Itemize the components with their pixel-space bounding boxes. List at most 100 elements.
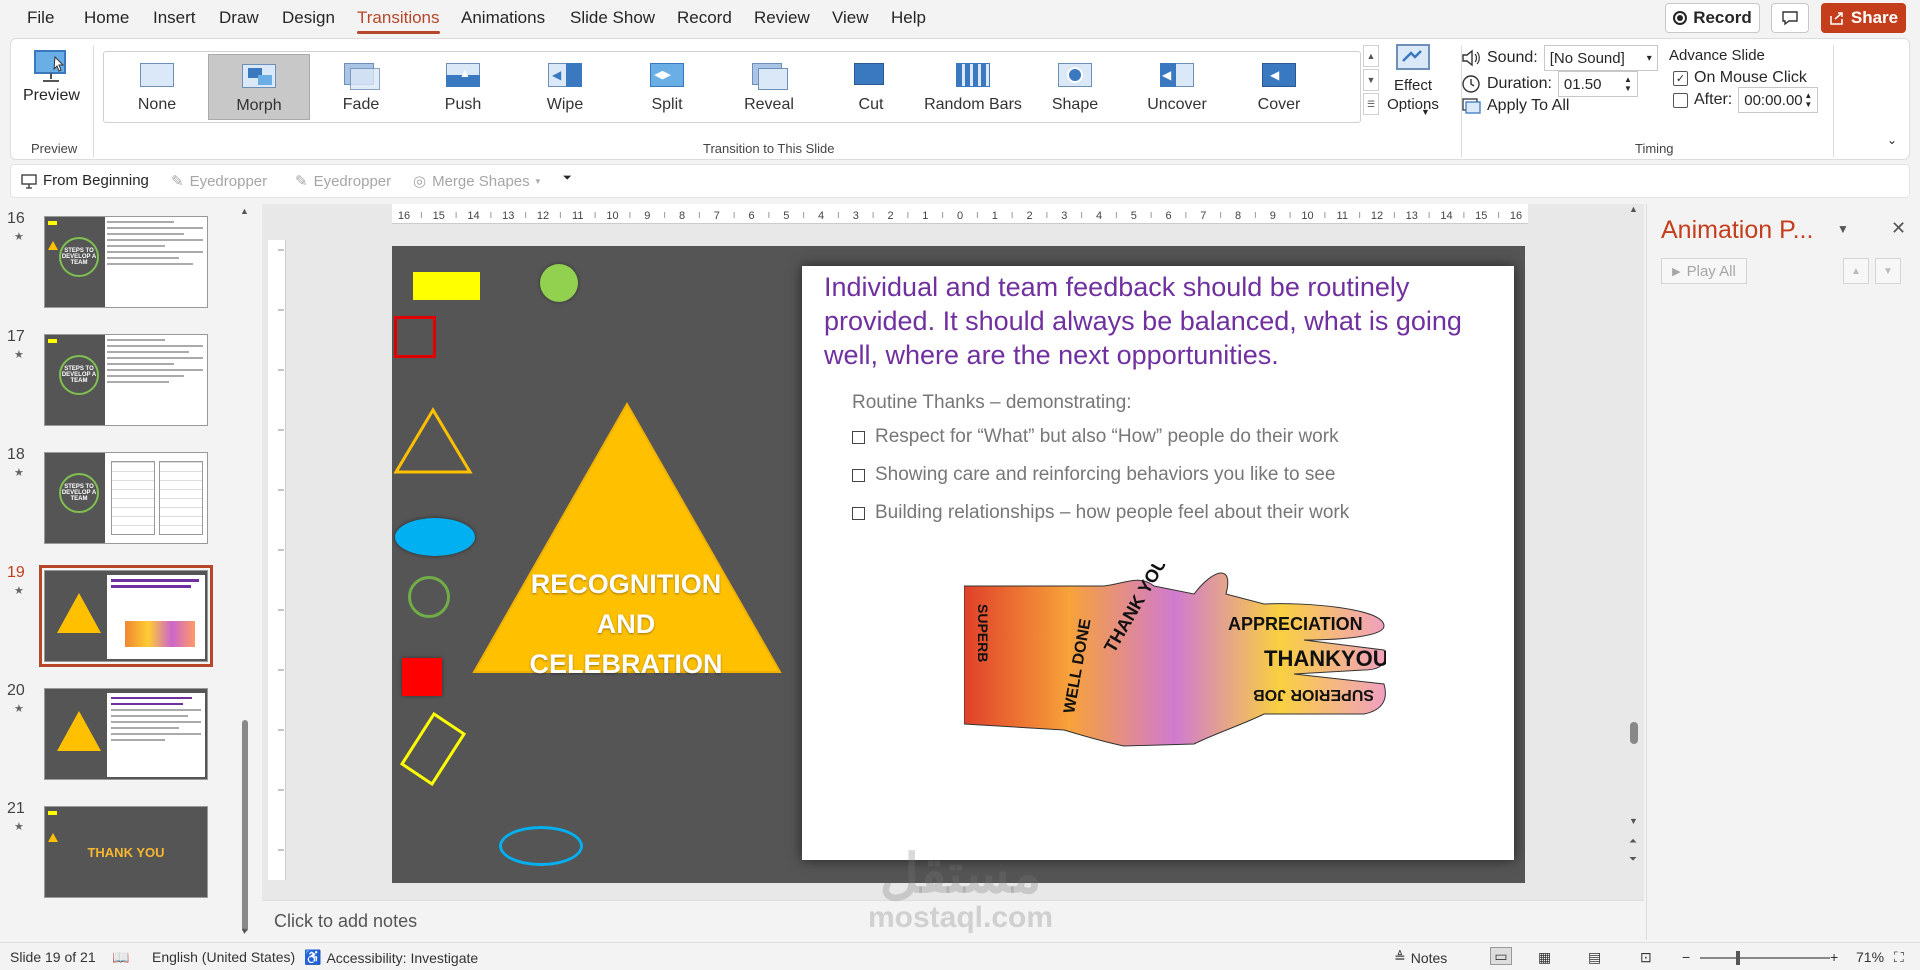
customize-toolbar-icon[interactable]: ⏷ — [563, 172, 572, 185]
notes-placeholder[interactable]: Click to add notes — [274, 911, 417, 932]
transition-wipe[interactable]: ◀ Wipe — [514, 54, 616, 120]
transition-split[interactable]: ◀▶ Split — [616, 54, 718, 120]
zoom-out-icon[interactable]: − — [1682, 949, 1690, 965]
spelling-book-icon[interactable]: 📖 — [112, 949, 129, 966]
sound-dropdown[interactable]: [No Sound] ▾ — [1543, 45, 1658, 71]
slide-thumbnail-17[interactable]: STEPS TO DEVELOP A TEAM — [44, 334, 208, 426]
menu-design[interactable]: Design — [282, 8, 335, 28]
menu-home[interactable]: Home — [84, 8, 129, 28]
content-text-box[interactable]: Individual and team feedback should be r… — [802, 266, 1514, 860]
eyedropper-button-2[interactable]: ✎ Eyedropper — [295, 172, 391, 191]
slide-thumbnail-19[interactable] — [39, 565, 213, 667]
blue-ellipse-outline-shape[interactable] — [499, 826, 583, 866]
bullet-item[interactable]: Respect for “What” but also “How” people… — [852, 426, 1339, 448]
yellow-parallelogram-shape[interactable] — [396, 710, 470, 790]
slideshow-view-icon[interactable]: ⊡ — [1640, 949, 1652, 966]
menu-help[interactable]: Help — [891, 8, 926, 28]
pane-options-icon[interactable]: ▼ — [1837, 222, 1849, 236]
language[interactable]: English (United States) — [152, 949, 295, 965]
red-square-outline-shape[interactable] — [394, 316, 436, 358]
yellow-rectangle-shape[interactable] — [413, 272, 480, 300]
normal-view-icon[interactable]: ▭ — [1490, 947, 1512, 965]
bullet-item[interactable]: Building relationships – how people feel… — [852, 502, 1349, 524]
close-icon[interactable]: ✕ — [1891, 218, 1906, 239]
duration-input[interactable]: 01.50 ▲ ▼ — [1557, 71, 1638, 97]
accessibility-button[interactable]: ♿ Accessibility: Investigate — [304, 949, 478, 966]
from-beginning-label: From Beginning — [43, 172, 149, 189]
slide-thumbnail-16[interactable]: STEPS TO DEVELOP A TEAM — [44, 216, 208, 308]
collapse-ribbon-icon[interactable]: ⌄ — [1887, 133, 1897, 147]
menu-record[interactable]: Record — [677, 8, 732, 28]
shape-transition-icon — [1056, 60, 1094, 90]
red-square-shape[interactable] — [402, 658, 442, 696]
transition-uncover[interactable]: ◀ Uncover — [1126, 54, 1228, 120]
apply-to-all-button[interactable]: Apply To All — [1461, 91, 1569, 121]
orange-triangle-outline-shape[interactable] — [392, 406, 474, 476]
fit-to-window-icon[interactable]: ⛶ — [1894, 949, 1904, 966]
slide-subheading[interactable]: Routine Thanks – demonstrating: — [852, 392, 1132, 414]
transition-cut[interactable]: Cut — [820, 54, 922, 120]
transition-random-bars[interactable]: Random Bars — [922, 54, 1024, 120]
none-transition-icon — [138, 60, 176, 90]
transition-shape[interactable]: Shape — [1024, 54, 1126, 120]
zoom-slider[interactable] — [1700, 957, 1830, 959]
blue-ellipse-shape[interactable] — [395, 518, 475, 556]
share-button[interactable]: Share — [1821, 3, 1906, 33]
notes-toggle[interactable]: ≜ Notes — [1394, 949, 1447, 966]
menu-file[interactable]: File — [27, 8, 54, 28]
slide-thumbnail-20[interactable] — [44, 688, 208, 780]
menu-view[interactable]: View — [832, 8, 869, 28]
thumb-steps-label: STEPS TO DEVELOP A TEAM — [59, 355, 99, 395]
ruler-label: 3 — [1061, 210, 1067, 222]
move-down-button[interactable]: ▼ — [1875, 258, 1901, 284]
menu-animations[interactable]: Animations — [461, 8, 545, 28]
slide-thumbnail-21[interactable]: THANK YOU — [44, 806, 208, 898]
transition-cover[interactable]: ◀ Cover — [1228, 54, 1330, 120]
current-slide[interactable]: RECOGNITION AND CELEBRATION Individual a… — [392, 246, 1525, 883]
transition-morph[interactable]: Morph — [208, 54, 310, 120]
menu-draw[interactable]: Draw — [219, 8, 259, 28]
play-all-button[interactable]: ▶ Play All — [1661, 258, 1747, 284]
thumbnail-scrollbar[interactable]: ▲ ▼ — [238, 204, 250, 940]
menu-review[interactable]: Review — [754, 8, 810, 28]
comments-button[interactable] — [1771, 3, 1809, 33]
previous-slide-icon[interactable]: ⏶ — [1629, 836, 1637, 847]
transition-push[interactable]: ▲ Push — [412, 54, 514, 120]
zoom-slider-thumb[interactable] — [1736, 951, 1740, 965]
green-circle-outline-shape[interactable] — [408, 576, 450, 618]
move-up-button[interactable]: ▲ — [1843, 258, 1869, 284]
scroll-down-icon[interactable]: ▼ — [240, 926, 249, 936]
transition-reveal[interactable]: Reveal — [718, 54, 820, 120]
transition-none[interactable]: None — [106, 54, 208, 120]
merge-shapes-button[interactable]: ◎ Merge Shapes ▾ — [413, 172, 540, 191]
transition-fade[interactable]: Fade — [310, 54, 412, 120]
record-button[interactable]: Record — [1665, 3, 1760, 33]
zoom-level[interactable]: 71% — [1856, 949, 1884, 965]
menu-slide-show[interactable]: Slide Show — [570, 8, 655, 28]
editor-scrollbar[interactable]: ▲ ▼ ⏶ ⏷ — [1626, 204, 1642, 894]
on-mouse-click-checkbox[interactable]: ✓ — [1673, 70, 1688, 86]
eyedropper-button-1[interactable]: ✎ Eyedropper — [171, 172, 267, 191]
after-time-input[interactable]: 00:00.00 ▲ ▼ — [1738, 87, 1819, 113]
from-beginning-button[interactable]: From Beginning — [21, 172, 149, 189]
thank-you-hand-image[interactable]: SUPERB THANK YOU WELL DONE APPRECIATION … — [964, 564, 1386, 754]
scroll-thumb[interactable] — [242, 720, 248, 932]
random-bars-transition-icon — [954, 60, 992, 90]
next-slide-icon[interactable]: ⏷ — [1629, 854, 1637, 865]
menu-insert[interactable]: Insert — [153, 8, 196, 28]
slide-headline[interactable]: Individual and team feedback should be r… — [824, 270, 1464, 372]
reading-view-icon[interactable]: ▤ — [1588, 949, 1601, 966]
green-circle-shape[interactable] — [540, 264, 578, 302]
menu-transitions[interactable]: Transitions — [357, 8, 440, 34]
preview-button[interactable]: Preview — [23, 49, 80, 105]
bullet-item[interactable]: Showing care and reinforcing behaviors y… — [852, 464, 1336, 486]
slide-thumbnail-18[interactable]: STEPS TO DEVELOP A TEAM — [44, 452, 208, 544]
after-checkbox[interactable] — [1673, 92, 1688, 108]
scroll-up-icon[interactable]: ▲ — [240, 206, 249, 216]
effect-options-button[interactable]: Effect Options — [1373, 43, 1453, 114]
scroll-up-icon[interactable]: ▲ — [1629, 204, 1638, 214]
scroll-down-icon[interactable]: ▼ — [1629, 816, 1638, 826]
slide-sorter-icon[interactable]: ▦ — [1538, 949, 1551, 966]
zoom-in-icon[interactable]: + — [1830, 949, 1838, 965]
scroll-thumb[interactable] — [1630, 722, 1638, 744]
